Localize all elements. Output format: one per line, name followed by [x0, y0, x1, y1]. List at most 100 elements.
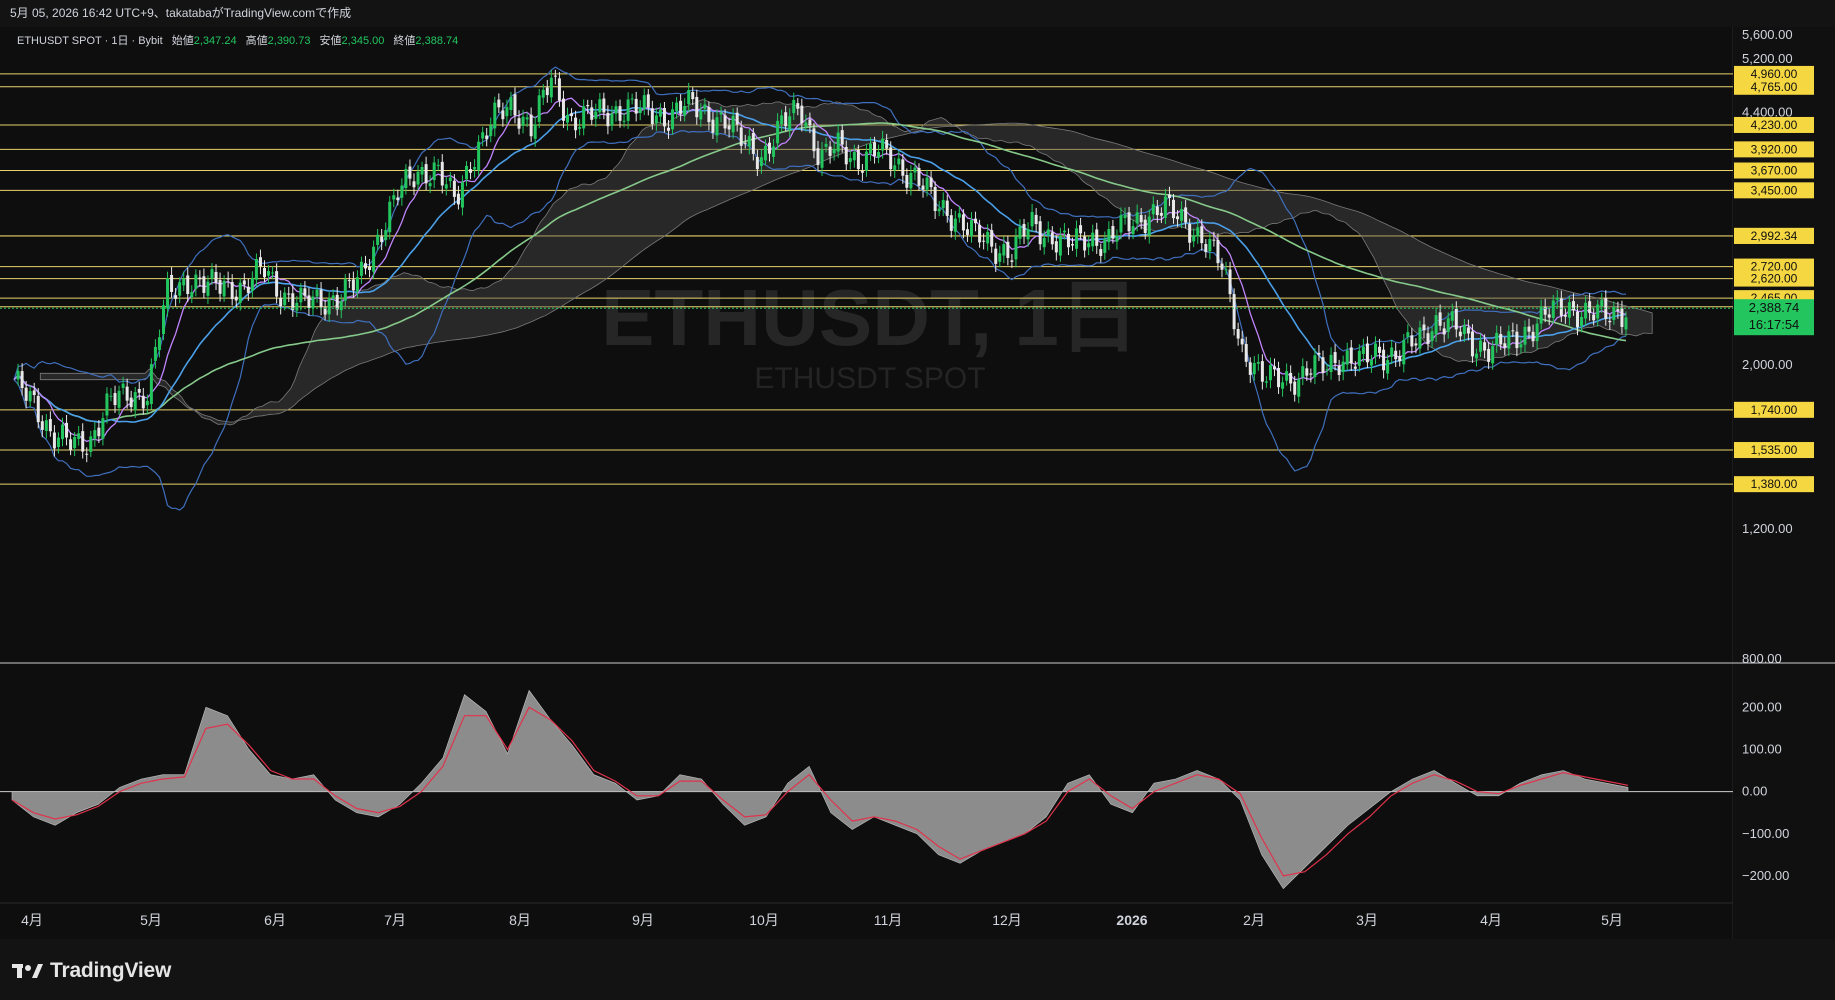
candle-body: [331, 295, 335, 299]
candle-body: [81, 431, 85, 452]
candle-body: [1075, 228, 1079, 249]
candle-body: [145, 400, 149, 406]
candle-body: [93, 430, 97, 439]
candle-body: [1196, 227, 1200, 237]
candle-body: [1228, 269, 1232, 295]
candle-body: [974, 218, 978, 224]
candle-body: [218, 280, 222, 294]
candle-body: [1220, 263, 1224, 270]
candle-body: [230, 282, 234, 300]
candle-body: [1321, 357, 1325, 373]
candle-body: [1365, 343, 1369, 363]
candle-body: [1438, 312, 1442, 326]
candle-body: [1131, 226, 1135, 235]
candle-body: [1034, 214, 1038, 225]
candle-body: [473, 167, 477, 170]
candle-body: [1095, 229, 1099, 246]
candle-body: [1289, 372, 1293, 384]
candle-body: [901, 159, 905, 176]
candle-body: [812, 128, 816, 152]
candle-body: [1576, 311, 1579, 328]
candle-body: [319, 289, 323, 308]
candle-body: [808, 119, 812, 126]
level-label: 1,535.00: [1751, 443, 1798, 457]
candle-body: [420, 166, 424, 175]
attribution-text: 5月 05, 2026 16:42 UTC+9、takatabaがTrading…: [10, 6, 352, 20]
candle-body: [1410, 335, 1414, 347]
candle-body: [452, 180, 456, 197]
candle-body: [1236, 329, 1240, 339]
candle-body: [1313, 355, 1317, 378]
candle-body: [990, 230, 994, 247]
candle-body: [206, 281, 210, 296]
candle-body: [1414, 343, 1418, 346]
x-tick-label: 2026: [1116, 912, 1147, 928]
candle-body: [392, 195, 396, 200]
candle-body: [1361, 346, 1365, 354]
candle-body: [877, 152, 881, 158]
candle-body: [929, 177, 933, 188]
candle-body: [202, 276, 206, 293]
x-tick-label: 6月: [264, 912, 286, 928]
candle-body: [521, 116, 525, 126]
x-tick-label: 7月: [384, 912, 406, 928]
candle-body: [315, 289, 319, 297]
candle-body: [513, 94, 517, 116]
candle-body: [170, 274, 174, 292]
candle-body: [226, 278, 230, 280]
candle-body: [933, 186, 937, 212]
candle-body: [1495, 332, 1499, 345]
candle-body: [20, 371, 24, 389]
candle-body: [97, 427, 101, 437]
candle-body: [695, 96, 699, 118]
footer-bar: TradingView: [0, 939, 1835, 1000]
candle-body: [1188, 223, 1192, 243]
x-tick-label: 10月: [749, 912, 779, 928]
candle-body: [198, 277, 202, 280]
candle-body: [424, 164, 428, 184]
candle-body: [117, 390, 121, 408]
candle-body: [731, 115, 735, 133]
candle-body: [772, 146, 776, 157]
candle-body: [1470, 331, 1474, 357]
candle-body: [1406, 332, 1410, 338]
level-label: 4,765.00: [1751, 80, 1798, 94]
candle-body: [828, 146, 832, 156]
candle-body: [311, 296, 315, 309]
candle-body: [1487, 348, 1491, 362]
tradingview-logo[interactable]: TradingView: [12, 959, 171, 983]
candle-body: [275, 271, 279, 297]
candle-body: [1430, 331, 1434, 342]
candle-body: [1378, 346, 1382, 353]
candle-body: [1539, 306, 1543, 324]
legend-symbol: ETHUSDT SPOT · 1日 · Bybit: [17, 35, 163, 47]
candle-body: [222, 280, 226, 297]
candle-body: [1418, 327, 1422, 349]
candle-body: [242, 280, 246, 285]
price-chart[interactable]: ETHUSDT, 1日 ETHUSDT SPOT 200.00 100.00 0.0…: [0, 27, 1835, 939]
candle-body: [1107, 229, 1111, 243]
candle-body: [578, 127, 582, 129]
candle-body: [1087, 243, 1091, 248]
candle-body: [602, 98, 606, 113]
candle-body: [675, 102, 679, 111]
candle-body: [1624, 317, 1628, 330]
candle-body: [1046, 229, 1050, 235]
macd-tick-label: 0.00: [1742, 784, 1767, 799]
candle-body: [133, 392, 137, 411]
candle-body: [1398, 356, 1402, 362]
candle-body: [739, 127, 743, 146]
candle-body: [1523, 326, 1527, 345]
candle-body: [388, 201, 392, 233]
x-tick-label: 12月: [992, 912, 1022, 928]
candle-body: [703, 104, 707, 109]
candle-body: [1535, 323, 1539, 342]
candle-body: [1062, 230, 1066, 233]
candle-body: [780, 115, 784, 125]
candle-body: [1216, 239, 1220, 264]
candle-body: [1402, 340, 1406, 365]
candle-body: [359, 261, 363, 276]
x-tick-label: 5月: [140, 912, 162, 928]
candle-body: [1054, 241, 1058, 253]
candle-body: [711, 119, 715, 133]
